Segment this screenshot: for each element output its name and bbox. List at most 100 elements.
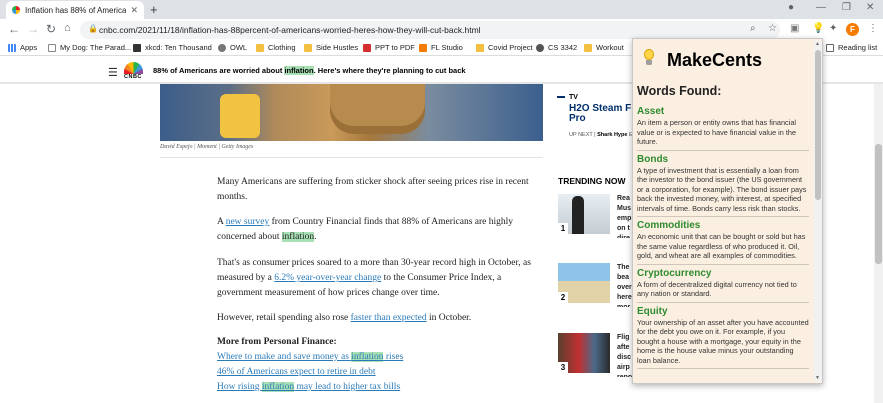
trending-now-heading: TRENDING NOW [558, 176, 626, 186]
tab-search-icon[interactable]: ● [788, 2, 794, 13]
page-scrollbar[interactable] [874, 84, 883, 403]
term-entry: Bonds A type of investment that is essen… [637, 153, 809, 217]
search-icon[interactable]: ⌕ [750, 23, 756, 34]
reload-icon[interactable]: ↻ [46, 22, 56, 36]
trending-number: 1 [558, 223, 568, 234]
extensions-icon[interactable]: ✦ [829, 23, 837, 34]
bookmark-cs-3342[interactable]: CS 3342 [536, 43, 577, 52]
trending-item[interactable]: 1 Rea Mus emp on t dire [558, 194, 638, 238]
term-list: Asset An item a person or entity owns th… [637, 106, 809, 372]
bookmark-fl-studio[interactable]: FL Studio [419, 43, 463, 52]
bookmark-clothing[interactable]: Clothing [256, 43, 296, 52]
tv-show-title[interactable]: H2O Steam F Pro [569, 104, 639, 124]
trending-number: 3 [558, 362, 568, 373]
faster-than-expected-link[interactable]: faster than expected [351, 313, 427, 323]
page-icon [48, 43, 56, 52]
term-definition: Your ownership of an asset after you hav… [637, 317, 809, 365]
term-name: Equity [637, 305, 668, 317]
reading-list[interactable]: Reading list [826, 43, 877, 52]
forward-icon[interactable]: → [27, 22, 39, 36]
words-found-label: Words Found: [637, 84, 722, 98]
personal-finance-link-2[interactable]: 46% of Americans expect to retire in deb… [217, 367, 376, 377]
personal-finance-heading: More from Personal Finance: [217, 337, 337, 347]
backpack-shape [330, 84, 425, 134]
popup-scrollbar[interactable]: ▲ ▼ [814, 41, 822, 381]
trending-item[interactable]: 2 The bea over here mor [558, 263, 638, 307]
page-scroll-thumb[interactable] [875, 144, 882, 264]
cnbc-peacock-logo[interactable] [124, 62, 143, 74]
owl-icon [218, 43, 226, 52]
tab-title: Inflation has 88% of Americans w... [25, 5, 127, 15]
term-name: Commodities [637, 220, 701, 231]
back-icon[interactable]: ← [8, 22, 20, 36]
trending-thumbnail[interactable]: 2 [558, 263, 610, 303]
makecents-extension-icon[interactable]: 💡 [812, 23, 824, 34]
bookmark-owl[interactable]: OWL [218, 43, 247, 52]
fl-studio-icon [419, 43, 427, 52]
term-name: Bonds [637, 153, 669, 165]
new-tab-button[interactable]: + [150, 2, 158, 17]
bookmark-ppt-to-pdf[interactable]: PPT to PDF [363, 43, 415, 52]
trending-item[interactable]: 3 Flig afte disc airp repo [558, 333, 638, 377]
minimize-icon[interactable]: — [816, 2, 826, 13]
bookmark-side-hustles[interactable]: Side Hustles [304, 43, 358, 52]
folder-icon [304, 43, 312, 52]
personal-finance-link-1[interactable]: Where to make and save money as inflatio… [217, 352, 403, 362]
image-caption: David Espejo | Moment | Getty Images [160, 144, 254, 150]
paragraph-1: Many Americans are suffering from sticke… [217, 177, 529, 202]
lightbulb-icon [643, 49, 655, 67]
popup-title: MakeCents [667, 50, 763, 70]
close-window-icon[interactable]: ✕ [866, 2, 874, 13]
right-sidebar: TV H2O Steam F Pro UP NEXT | Shark Hype … [557, 84, 637, 403]
term-entry: Equity Your ownership of an asset after … [637, 305, 809, 369]
new-survey-link[interactable]: new survey [226, 217, 270, 227]
trending-number: 2 [558, 292, 568, 303]
cpi-change-link[interactable]: 6.2% year-over-year change [274, 273, 381, 283]
cnbc-logo-text[interactable]: CNBC [124, 74, 142, 80]
cnbc-favicon-icon [12, 6, 20, 14]
bookmark-workout[interactable]: Workout [584, 43, 624, 52]
address-bar[interactable]: 🔒 cnbc.com/2021/11/18/inflation-has-88pe… [80, 21, 780, 39]
term-entry: Asset An item a person or entity owns th… [637, 106, 809, 151]
tab-strip: Inflation has 88% of Americans w... ✕ + … [0, 0, 883, 19]
makecents-popup: MakeCents Words Found: Asset An item a p… [632, 38, 823, 384]
scroll-thumb[interactable] [815, 50, 821, 200]
term-definition: An item a person or entity owns that has… [637, 118, 797, 146]
folder-icon [256, 43, 264, 52]
extension-gray-icon[interactable]: ▣ [790, 23, 799, 34]
star-icon[interactable]: ☆ [768, 23, 777, 34]
term-entry: Cryptocurrency A form of decentralized d… [637, 268, 809, 303]
scroll-up-icon[interactable]: ▲ [815, 41, 820, 47]
menu-icon[interactable]: ⋮ [868, 23, 878, 34]
hamburger-menu-icon[interactable]: ☰ [108, 66, 118, 79]
profile-avatar[interactable]: F [846, 23, 859, 36]
bookmark-my-dog[interactable]: My Dog: The Parad... [48, 43, 131, 52]
term-definition: An economic unit that can be bought or s… [637, 232, 806, 260]
trending-thumbnail[interactable]: 1 [558, 194, 610, 234]
home-icon[interactable]: ⌂ [64, 22, 71, 34]
cnbc-tv-logo: TV [569, 94, 578, 101]
sticky-headline: 88% of Americans are worried about infla… [153, 66, 466, 75]
url-text[interactable]: cnbc.com/2021/11/18/inflation-has-88perc… [99, 25, 481, 35]
paragraph-3: That's as consumer prices soared to a mo… [217, 258, 531, 298]
personal-finance-box: More from Personal Finance: Where to mak… [217, 335, 537, 395]
personal-finance-link-3[interactable]: How rising inflation may lead to higher … [217, 382, 400, 392]
tab-active[interactable]: Inflation has 88% of Americans w... ✕ [6, 1, 144, 19]
maximize-icon[interactable]: ❐ [842, 2, 851, 13]
up-next-text: UP NEXT | Shark Hype ET [569, 132, 636, 138]
bookmark-xkcd[interactable]: xkcd: Ten Thousand [133, 43, 212, 52]
lock-icon[interactable]: 🔒 [88, 24, 98, 33]
cnbc-tv-widget[interactable]: TV H2O Steam F Pro UP NEXT | Shark Hype … [557, 90, 637, 150]
term-definition: A type of investment that is essentially… [637, 165, 807, 213]
shopping-bag-shape [220, 94, 260, 138]
paragraph-2: A new survey from Country Financial find… [217, 217, 514, 242]
close-tab-icon[interactable]: ✕ [130, 5, 138, 16]
bookmark-covid-project[interactable]: Covid Project [476, 43, 533, 52]
trending-thumbnail[interactable]: 3 [558, 333, 610, 373]
bookmark-apps[interactable]: Apps [8, 43, 37, 52]
scroll-down-icon[interactable]: ▼ [815, 375, 820, 381]
highlighted-term: inflation [281, 232, 315, 242]
article-image [160, 84, 543, 141]
folder-icon [476, 43, 484, 52]
term-definition: A form of decentralized digital currency… [637, 279, 797, 299]
